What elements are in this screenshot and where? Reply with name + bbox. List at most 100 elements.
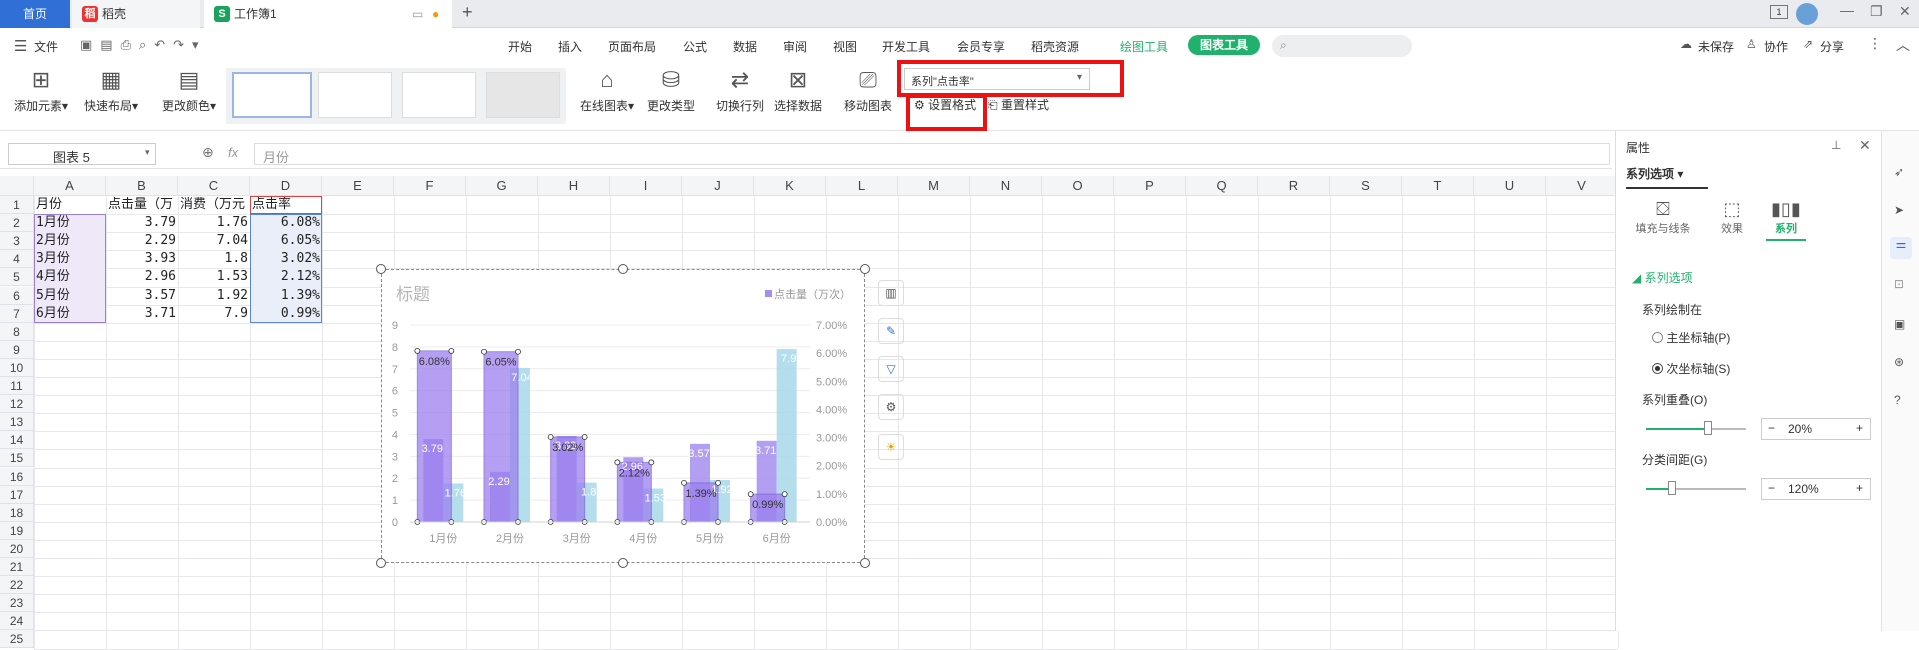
table-cell[interactable]: 3.71	[108, 306, 176, 322]
online-chart-button[interactable]: ⌂ 在线图表▾	[578, 67, 636, 114]
chart-filter-icon[interactable]: ▽	[878, 356, 904, 382]
effects-tab[interactable]: ⬚ 效果	[1712, 199, 1752, 236]
table-cell[interactable]: 4月份	[36, 269, 104, 285]
table-cell[interactable]: 1.92	[180, 288, 248, 304]
row-header-24[interactable]: 24	[0, 612, 34, 631]
tab-docer[interactable]: 稻 稻壳	[72, 0, 200, 28]
column-header-N[interactable]: N	[970, 176, 1042, 196]
section-header[interactable]: ◢ 系列选项	[1632, 269, 1693, 286]
avatar[interactable]	[1796, 3, 1818, 25]
change-type-button[interactable]: ⛁ 更改类型	[644, 67, 698, 114]
radio-unchecked[interactable]	[1652, 332, 1663, 343]
column-header-R[interactable]: R	[1258, 176, 1330, 196]
row-header-18[interactable]: 18	[0, 503, 34, 522]
plus-icon[interactable]: +	[1856, 421, 1863, 435]
move-chart-button[interactable]: ⎚ 移动图表	[842, 67, 894, 114]
select-data-button[interactable]: ⊠ 选择数据	[772, 67, 824, 114]
monitor-icon[interactable]: ▭	[412, 0, 423, 28]
column-header-F[interactable]: F	[394, 176, 466, 196]
table-cell[interactable]: 3月份	[36, 251, 104, 267]
column-header-M[interactable]: M	[898, 176, 970, 196]
unsaved-status[interactable]: 未保存	[1698, 38, 1734, 55]
change-color-button[interactable]: ▤ 更改颜色▾	[156, 67, 222, 114]
row-header-16[interactable]: 16	[0, 467, 34, 486]
collab-button[interactable]: 协作	[1764, 38, 1788, 55]
compass-icon[interactable]: ⊛	[1894, 355, 1904, 369]
row-header-1[interactable]: 1	[0, 196, 34, 215]
table-cell[interactable]: 1月份	[36, 215, 104, 231]
row-header-5[interactable]: 5	[0, 268, 34, 287]
row-header-8[interactable]: 8	[0, 322, 34, 341]
column-header-K[interactable]: K	[754, 176, 826, 196]
radio-checked[interactable]	[1652, 363, 1663, 374]
help-icon[interactable]: ?	[1894, 393, 1901, 407]
table-cell[interactable]: 2月份	[36, 233, 104, 249]
menu-member[interactable]: 会员专享	[957, 38, 1005, 55]
property-settings-icon[interactable]: ⚌	[1890, 237, 1912, 259]
menu-docer-resources[interactable]: 稻壳资源	[1031, 38, 1079, 55]
secondary-axis-radio[interactable]: 次坐标轴(S)	[1652, 360, 1730, 377]
table-cell[interactable]: 7.04	[180, 233, 248, 249]
table-cell[interactable]: 6月份	[36, 306, 104, 322]
column-header-H[interactable]: H	[538, 176, 610, 196]
gap-value[interactable]: 120%	[1788, 482, 1819, 496]
column-header-A[interactable]: A	[34, 176, 106, 196]
column-header-B[interactable]: B	[106, 176, 178, 196]
zoom-icon[interactable]: ⊕	[202, 144, 214, 161]
minimize-icon[interactable]: —	[1840, 2, 1854, 18]
table-cell[interactable]: 2.29	[108, 233, 176, 249]
chart-style-3[interactable]	[402, 72, 476, 118]
row-header-20[interactable]: 20	[0, 539, 34, 558]
panel-title[interactable]: 属性	[1626, 139, 1650, 156]
column-header-L[interactable]: L	[826, 176, 898, 196]
chart-style-brush-icon[interactable]: ✎	[878, 318, 904, 344]
column-header-I[interactable]: I	[610, 176, 682, 196]
menu-dev-tools[interactable]: 开发工具	[882, 38, 930, 55]
row-header-15[interactable]: 15	[0, 449, 34, 468]
add-element-button[interactable]: ⊞ 添加元素▾	[10, 67, 72, 114]
menu-chart-tools[interactable]: 图表工具	[1188, 35, 1260, 55]
menu-insert[interactable]: 插入	[558, 38, 582, 55]
table-cell[interactable]: 2.96	[108, 269, 176, 285]
formula-input[interactable]: 月份	[254, 143, 1610, 165]
header-cell[interactable]: 点击量（万	[108, 197, 176, 213]
rocket-icon[interactable]: ➶	[1894, 165, 1904, 179]
chart-style-2[interactable]	[318, 72, 392, 118]
image-icon[interactable]: ▣	[1894, 317, 1905, 331]
panel-close-icon[interactable]: ✕	[1859, 137, 1871, 154]
row-header-4[interactable]: 4	[0, 250, 34, 269]
restore-icon[interactable]: ❐	[1870, 3, 1883, 20]
column-header-P[interactable]: P	[1114, 176, 1186, 196]
row-header-19[interactable]: 19	[0, 521, 34, 540]
minus-icon[interactable]: −	[1768, 421, 1775, 435]
plus-icon[interactable]: +	[1856, 481, 1863, 495]
chart-elements-icon[interactable]: ▥	[878, 280, 904, 306]
chart-style-1[interactable]	[232, 72, 312, 118]
overlap-slider-thumb[interactable]	[1704, 421, 1712, 435]
row-header-22[interactable]: 22	[0, 576, 34, 595]
hamburger-icon[interactable]: ☰	[14, 37, 27, 55]
overlap-value[interactable]: 20%	[1788, 422, 1812, 436]
column-header-J[interactable]: J	[682, 176, 754, 196]
gap-slider-thumb[interactable]	[1668, 481, 1676, 495]
menu-review[interactable]: 审阅	[783, 38, 807, 55]
window-count-icon[interactable]: 1	[1770, 5, 1788, 19]
table-cell[interactable]: 3.93	[108, 251, 176, 267]
header-cell[interactable]: 月份	[36, 197, 104, 213]
table-cell[interactable]: 1.39%	[252, 288, 320, 304]
new-tab-icon[interactable]: +	[462, 2, 473, 23]
column-header-U[interactable]: U	[1474, 176, 1546, 196]
column-header-G[interactable]: G	[466, 176, 538, 196]
row-header-14[interactable]: 14	[0, 431, 34, 450]
row-header-23[interactable]: 23	[0, 594, 34, 613]
column-header-T[interactable]: T	[1402, 176, 1474, 196]
overlap-stepper[interactable]: − 20% +	[1761, 418, 1871, 440]
column-header-D[interactable]: D	[250, 176, 322, 196]
reset-style-button[interactable]: ⎗ 重置样式	[988, 96, 1049, 113]
table-cell[interactable]: 6.05%	[252, 233, 320, 249]
row-header-6[interactable]: 6	[0, 286, 34, 305]
header-cell[interactable]: 消费（万元	[180, 197, 248, 213]
table-cell[interactable]: 1.8	[180, 251, 248, 267]
chart[interactable]: 标题 点击量（万次） 0 1 2 3 4 5 6 7 8 9 0.00% 1.00% 2.00% 3.00% 4…	[381, 269, 865, 563]
chart-canvas[interactable]: 标题 点击量（万次） 0 1 2 3 4 5 6 7 8 9 0.00% 1.00% 2.00% 3.00% 4…	[382, 270, 866, 564]
